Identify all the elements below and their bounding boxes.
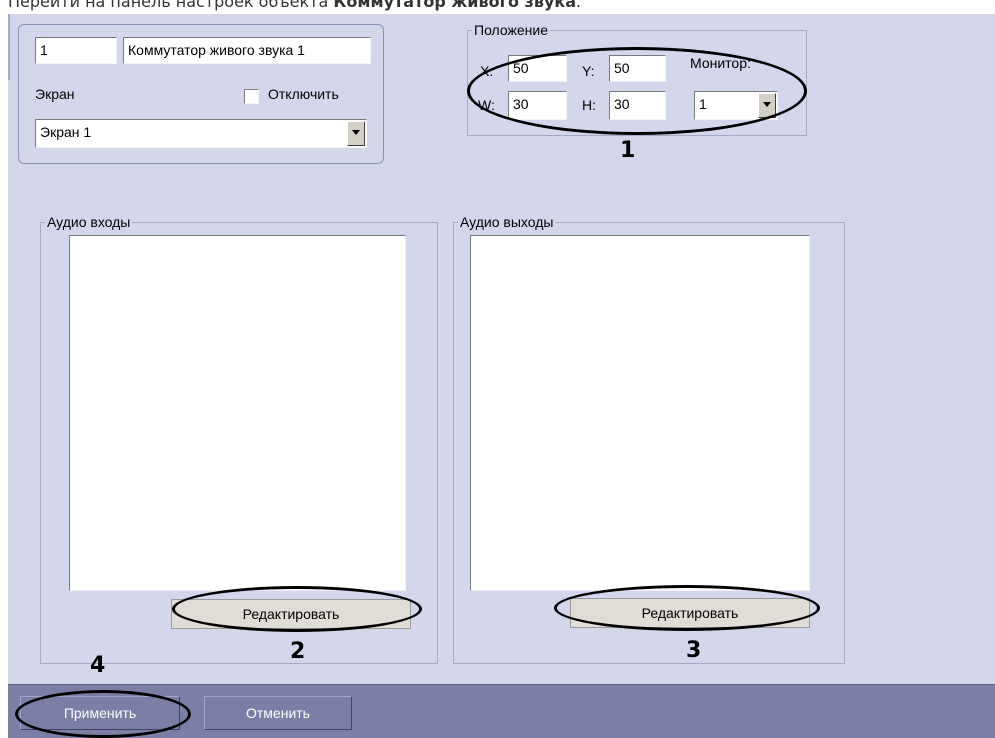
footer-bar: Применить Отменить bbox=[8, 684, 995, 738]
audio-outputs-group: Аудио выходы Редактировать bbox=[453, 214, 845, 664]
edit-audio-inputs-button[interactable]: Редактировать bbox=[171, 599, 411, 629]
instruction-caption: Перейти на панель настроек объекта Комму… bbox=[8, 0, 581, 14]
callout-number-3: 3 bbox=[686, 638, 702, 663]
caption-object-name: Коммутатор живого звука bbox=[333, 0, 577, 11]
object-id-field[interactable]: 1 bbox=[35, 37, 117, 64]
x-input[interactable]: 50 bbox=[508, 55, 567, 82]
screen-select[interactable]: Экран 1 bbox=[35, 119, 367, 148]
callout-number-4: 4 bbox=[90, 653, 106, 678]
chevron-down-icon[interactable] bbox=[347, 121, 365, 146]
panel-edge-divider bbox=[8, 14, 10, 80]
disable-checkbox[interactable] bbox=[244, 89, 259, 104]
callout-number-1: 1 bbox=[620, 138, 636, 163]
monitor-label: Монитор: bbox=[690, 55, 751, 71]
screen-label: Экран bbox=[35, 86, 75, 102]
audio-inputs-title: Аудио входы bbox=[45, 214, 133, 230]
caption-suffix: . bbox=[576, 0, 582, 11]
screen-select-value: Экран 1 bbox=[40, 124, 92, 140]
settings-panel: 1 Коммутатор живого звука 1 Экран Отключ… bbox=[8, 14, 995, 738]
h-label: H: bbox=[582, 97, 596, 113]
apply-button[interactable]: Применить bbox=[20, 696, 180, 730]
audio-inputs-list[interactable] bbox=[69, 235, 406, 591]
caption-prefix: Перейти на панель настроек объекта bbox=[8, 0, 334, 11]
object-properties-group: 1 Коммутатор живого звука 1 Экран Отключ… bbox=[18, 24, 384, 164]
object-name-field[interactable]: Коммутатор живого звука 1 bbox=[123, 37, 371, 64]
position-group: Положение X: 50 Y: 50 Монитор: W: 30 H: … bbox=[467, 22, 807, 136]
monitor-select-value: 1 bbox=[699, 96, 707, 112]
h-input[interactable]: 30 bbox=[609, 91, 666, 120]
disable-label: Отключить bbox=[268, 86, 339, 102]
audio-outputs-title: Аудио выходы bbox=[458, 214, 556, 230]
cancel-button[interactable]: Отменить bbox=[204, 696, 352, 730]
x-label: X: bbox=[480, 63, 494, 79]
edit-audio-outputs-button[interactable]: Редактировать bbox=[570, 598, 810, 628]
w-label: W: bbox=[478, 97, 495, 113]
y-label: Y: bbox=[582, 63, 595, 79]
audio-inputs-group: Аудио входы Редактировать bbox=[40, 214, 438, 664]
y-input[interactable]: 50 bbox=[609, 55, 666, 82]
chevron-down-icon[interactable] bbox=[758, 93, 776, 118]
position-group-title: Положение bbox=[472, 22, 550, 38]
w-input[interactable]: 30 bbox=[508, 91, 567, 120]
monitor-select[interactable]: 1 bbox=[694, 91, 778, 120]
audio-outputs-list[interactable] bbox=[470, 235, 810, 591]
callout-number-2: 2 bbox=[290, 639, 306, 664]
